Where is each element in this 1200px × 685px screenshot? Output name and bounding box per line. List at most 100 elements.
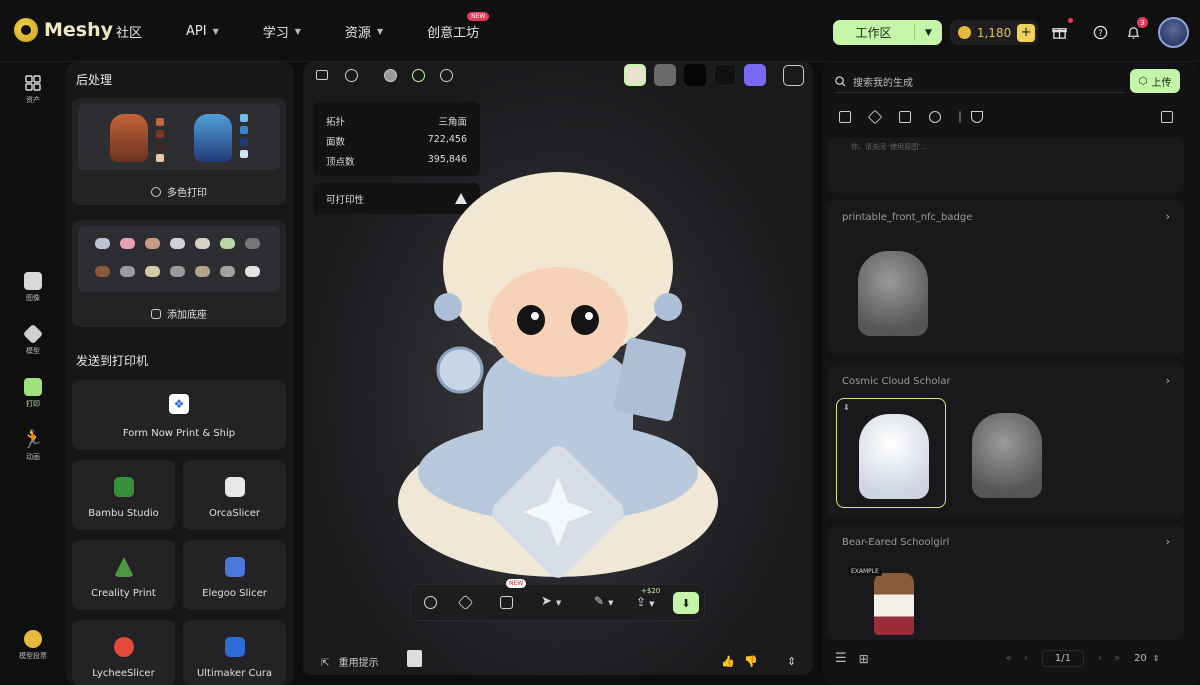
rail-image[interactable]: 图像 — [0, 272, 66, 303]
chevron-right-icon[interactable]: › — [1166, 210, 1170, 223]
chevron-right-icon[interactable]: › — [1166, 535, 1170, 548]
texture-shading-icon[interactable] — [412, 69, 425, 82]
material-swatch-black[interactable] — [684, 64, 706, 86]
nav-resources[interactable]: 资源 ▼ — [345, 22, 383, 41]
generation-card[interactable]: Bear-Eared Schoolgirl › EXAMPLE — [828, 525, 1184, 640]
stat-value: 395,846 — [427, 154, 467, 165]
slicer-orcaslicer[interactable]: OrcaSlicer — [183, 460, 286, 530]
add-credits-button[interactable]: + — [1017, 23, 1035, 42]
reference-thumbnail[interactable] — [407, 650, 422, 667]
cube-filter-icon[interactable] — [867, 109, 883, 125]
stat-row: 面数 722,456 — [326, 134, 467, 148]
globe-icon[interactable] — [345, 69, 358, 82]
slicer-bambu-studio[interactable]: Bambu Studio — [72, 460, 175, 530]
grid-filter-icon[interactable] — [839, 111, 851, 123]
thumbs-up-icon[interactable]: 👍 — [721, 655, 735, 668]
funnel-icon[interactable] — [971, 111, 983, 123]
palette-icon[interactable] — [424, 596, 437, 609]
model-thumbnail[interactable] — [836, 236, 946, 346]
bottom-toolbar: NEW ➤ ▼ ✎ ▼ ⇪ ▼ +$20 ⬇ — [410, 579, 705, 621]
grid-view-icon[interactable]: ⊞ — [859, 652, 869, 666]
lighting-icon[interactable] — [783, 65, 804, 86]
form-now-button[interactable]: ❖ Form Now Print & Ship — [72, 380, 286, 450]
rail-label: 资产 — [26, 96, 40, 104]
last-page-icon[interactable]: » — [1114, 653, 1120, 664]
slicer-name: Bambu Studio — [88, 508, 159, 519]
add-base-card[interactable]: 添加底座 — [72, 220, 286, 327]
multicolor-print-card[interactable]: 多色打印 — [72, 98, 286, 205]
material-swatch-clay[interactable] — [624, 64, 646, 86]
list-view-icon[interactable]: ☰ — [835, 651, 847, 666]
lychee-icon — [114, 637, 134, 657]
section-title: 发送到打印机 — [76, 354, 149, 368]
rail-animate[interactable]: 🏃 动画 — [0, 431, 66, 462]
palette-icon — [24, 630, 42, 648]
base-star — [95, 238, 110, 249]
rail-vote[interactable]: 模型投票 — [0, 630, 66, 661]
material-swatch-gray[interactable] — [654, 64, 676, 86]
search-input[interactable]: 搜索我的生成 — [835, 71, 1125, 93]
reuse-prompt-button[interactable]: ⇱ 重用提示 — [321, 654, 379, 669]
texture-filter-icon[interactable] — [899, 111, 911, 123]
credits-widget[interactable]: 1,180 + — [950, 20, 1038, 45]
brush-icon[interactable]: ✎ ▼ — [594, 594, 613, 608]
first-page-icon[interactable]: « — [1006, 653, 1012, 664]
model-thumbnail-selected[interactable]: ⬇ — [836, 398, 946, 508]
expand-icon[interactable]: ⇕ — [787, 655, 796, 668]
workspace-button[interactable]: 工作区 ▼ — [833, 20, 942, 45]
nav-community[interactable]: 社区 — [116, 22, 142, 41]
scan-icon[interactable] — [500, 596, 513, 609]
send-icon[interactable]: ➤ ▼ — [541, 594, 561, 609]
generation-card-truncated[interactable]: 你。请关闭 '使用原图'... — [828, 138, 1184, 193]
model-thumbnail[interactable] — [950, 398, 1060, 508]
generation-card[interactable]: Cosmic Cloud Scholar › ⬇ — [828, 364, 1184, 519]
rail-print[interactable]: 打印 — [0, 378, 66, 409]
slicer-elegoo[interactable]: Elegoo Slicer — [183, 540, 286, 610]
help-icon[interactable]: ? — [1092, 24, 1108, 40]
cube-icon[interactable] — [457, 594, 474, 611]
elegoo-icon — [225, 557, 245, 577]
3d-viewport[interactable]: 拓扑 三角面 面数 722,456 顶点数 395,846 可打印性 NEW ➤ ▼ ✎… — [303, 62, 813, 675]
chevron-down-icon: ▼ — [376, 27, 384, 36]
nav-workshop[interactable]: 创意工坊 NEW — [427, 12, 490, 41]
logo[interactable]: Meshy — [14, 18, 113, 42]
palette-icon — [151, 186, 161, 197]
animation-filter-icon[interactable] — [929, 111, 941, 123]
select-checkbox-icon[interactable] — [1161, 111, 1173, 123]
page-size-select[interactable]: 20 — [1134, 653, 1147, 664]
wireframe-icon[interactable] — [440, 69, 453, 82]
prev-page-icon[interactable]: ‹ — [1024, 653, 1028, 664]
rail-assets[interactable]: 资产 — [0, 74, 66, 105]
upload-button[interactable]: ⬡ 上传 — [1130, 69, 1180, 93]
chevron-down-icon: ▼ — [212, 27, 219, 36]
slicer-lychee[interactable]: LycheeSlicer — [72, 620, 175, 685]
download-icon[interactable]: ⬇ — [843, 403, 850, 412]
nav-learn[interactable]: 学习 ▼ — [263, 22, 301, 41]
solid-shading-icon[interactable] — [384, 69, 397, 82]
chevron-right-icon[interactable]: › — [1166, 374, 1170, 387]
form-now-label: Form Now Print & Ship — [122, 428, 236, 439]
monitor-icon[interactable] — [316, 70, 328, 80]
stepper-icon[interactable]: ⇕ — [1153, 654, 1160, 663]
rail-model[interactable]: 模型 — [0, 323, 66, 356]
nav-api[interactable]: API ▼ — [186, 22, 219, 41]
material-swatch-purple[interactable] — [744, 64, 766, 86]
material-swatch-dark[interactable] — [714, 64, 736, 86]
page-indicator[interactable]: 1/1 — [1041, 650, 1084, 667]
base-preview — [78, 226, 280, 292]
download-button[interactable]: ⬇ — [673, 592, 699, 614]
generation-card[interactable]: printable_front_nfc_badge › — [828, 200, 1184, 355]
color-swatch — [240, 150, 248, 158]
thumbs-down-icon[interactable]: 👎 — [744, 655, 758, 668]
next-page-icon[interactable]: › — [1098, 653, 1102, 664]
orca-icon — [225, 477, 245, 497]
gift-icon[interactable] — [1051, 24, 1067, 40]
slicer-creality-print[interactable]: Creality Print — [72, 540, 175, 610]
avatar[interactable] — [1158, 17, 1189, 48]
svg-text:?: ? — [1098, 27, 1102, 37]
notification-badge: 3 — [1137, 17, 1148, 28]
rail-label: 图像 — [26, 294, 40, 302]
chevron-down-icon[interactable]: ▼ — [915, 28, 942, 38]
slicer-cura[interactable]: Ultimaker Cura — [183, 620, 286, 685]
share-icon[interactable]: ⇪ ▼ — [636, 595, 654, 609]
